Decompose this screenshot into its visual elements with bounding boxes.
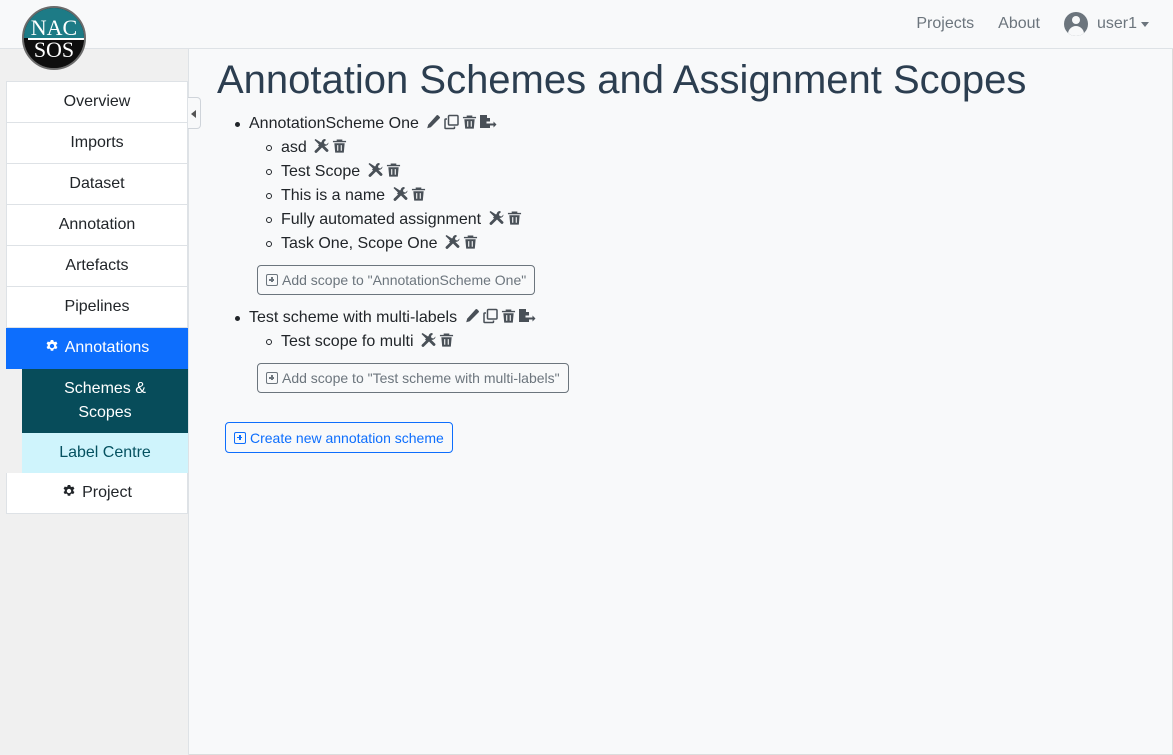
main-content: Annotation Schemes and Assignment Scopes… [217,56,1157,453]
scope-name: This is a name [281,187,386,204]
nav-link-about[interactable]: About [998,15,1040,33]
sidebar-menu: Overview Imports Dataset Annotation Arte… [6,81,188,514]
export-icon[interactable] [518,308,536,324]
scope-item: Test scope fo multi [264,330,932,354]
sidebar-item-project[interactable]: Project [6,473,188,514]
trash-icon[interactable] [411,186,426,202]
scheme-item: Test scheme with multi-labels Test scope… [232,306,932,400]
trash-icon[interactable] [439,332,454,348]
add-scope-button[interactable]: Add scope to "AnnotationScheme One" [257,265,536,295]
scheme-item: AnnotationScheme One asd Test Scope This… [232,112,932,302]
sidebar-item-annotations-label: Annotations [64,339,150,356]
top-navbar: Projects About user1 [0,0,1173,49]
scope-name: Test scope fo multi [281,333,414,350]
plus-square-icon [234,431,246,444]
scope-item: asd [264,136,932,160]
caret-down-icon [1141,21,1149,27]
scope-item: Fully automated assignment [264,208,932,232]
tools-icon[interactable] [444,234,461,250]
sidebar: Overview Imports Dataset Annotation Arte… [0,49,189,755]
tools-icon[interactable] [488,210,505,226]
tools-icon[interactable] [420,332,437,348]
sidebar-item-imports[interactable]: Imports [6,123,188,164]
sidebar-item-project-label: Project [82,484,132,501]
scheme-name: AnnotationScheme One [249,115,419,132]
nav-links: Projects About user1 [892,0,1149,48]
sidebar-collapse-toggle[interactable] [188,97,201,129]
copy-icon[interactable] [443,114,460,130]
sidebar-item-dataset[interactable]: Dataset [6,164,188,205]
tools-icon[interactable] [392,186,409,202]
tools-icon[interactable] [313,138,330,154]
scope-list: asd Test Scope This is a name Fully auto… [264,136,932,256]
scheme-list: AnnotationScheme One asd Test Scope This… [232,112,932,404]
scope-name: Fully automated assignment [281,211,482,228]
scope-name: asd [281,139,307,156]
trash-icon[interactable] [332,138,347,154]
trash-icon[interactable] [507,210,522,226]
export-icon[interactable] [479,114,497,130]
create-annotation-scheme-button[interactable]: Create new annotation scheme [225,422,453,453]
sidebar-subitem-label-centre[interactable]: Label Centre [22,433,188,473]
sidebar-item-pipelines[interactable]: Pipelines [6,287,188,328]
sidebar-item-annotation[interactable]: Annotation [6,205,188,246]
sidebar-item-artefacts[interactable]: Artefacts [6,246,188,287]
logo-text-bottom: SOS [33,37,75,62]
sidebar-subitem-schemes-scopes-label: Schemes & Scopes [64,380,146,421]
scope-name: Test Scope [281,163,361,180]
chevron-left-icon [191,110,196,118]
gear-icon [46,339,58,351]
scope-name: Task One, Scope One [281,235,438,252]
trash-icon[interactable] [462,114,477,130]
add-scope-label: Add scope to "Test scheme with multi-lab… [282,370,560,386]
plus-square-icon [266,274,278,286]
pencil-icon[interactable] [425,114,441,130]
scope-item: Test Scope [264,160,932,184]
tools-icon[interactable] [367,162,384,178]
add-scope-button[interactable]: Add scope to "Test scheme with multi-lab… [257,363,569,393]
plus-square-icon [266,372,278,384]
sidebar-item-annotations[interactable]: Annotations [6,328,188,369]
user-avatar-icon [1063,12,1088,36]
scope-list: Test scope fo multi [264,330,932,354]
scope-item: Task One, Scope One [264,232,932,256]
trash-icon[interactable] [386,162,401,178]
logo-text-top: NAC [30,15,78,40]
nacsos-logo[interactable]: NAC SOS [22,6,86,70]
scheme-name: Test scheme with multi-labels [249,309,458,326]
scope-item: This is a name [264,184,932,208]
copy-icon[interactable] [482,308,499,324]
trash-icon[interactable] [463,234,478,250]
sidebar-item-overview[interactable]: Overview [6,81,188,123]
page-title: Annotation Schemes and Assignment Scopes [217,58,1027,102]
create-annotation-scheme-label: Create new annotation scheme [250,429,444,446]
user-menu[interactable]: user1 [1063,12,1149,36]
add-scope-label: Add scope to "AnnotationScheme One" [282,272,527,288]
trash-icon[interactable] [501,308,516,324]
user-name: user1 [1096,15,1137,32]
sidebar-subitem-schemes-scopes[interactable]: Schemes & Scopes [22,369,188,433]
nav-link-projects[interactable]: Projects [916,15,974,33]
gear-icon [63,484,75,496]
pencil-icon[interactable] [464,308,480,324]
